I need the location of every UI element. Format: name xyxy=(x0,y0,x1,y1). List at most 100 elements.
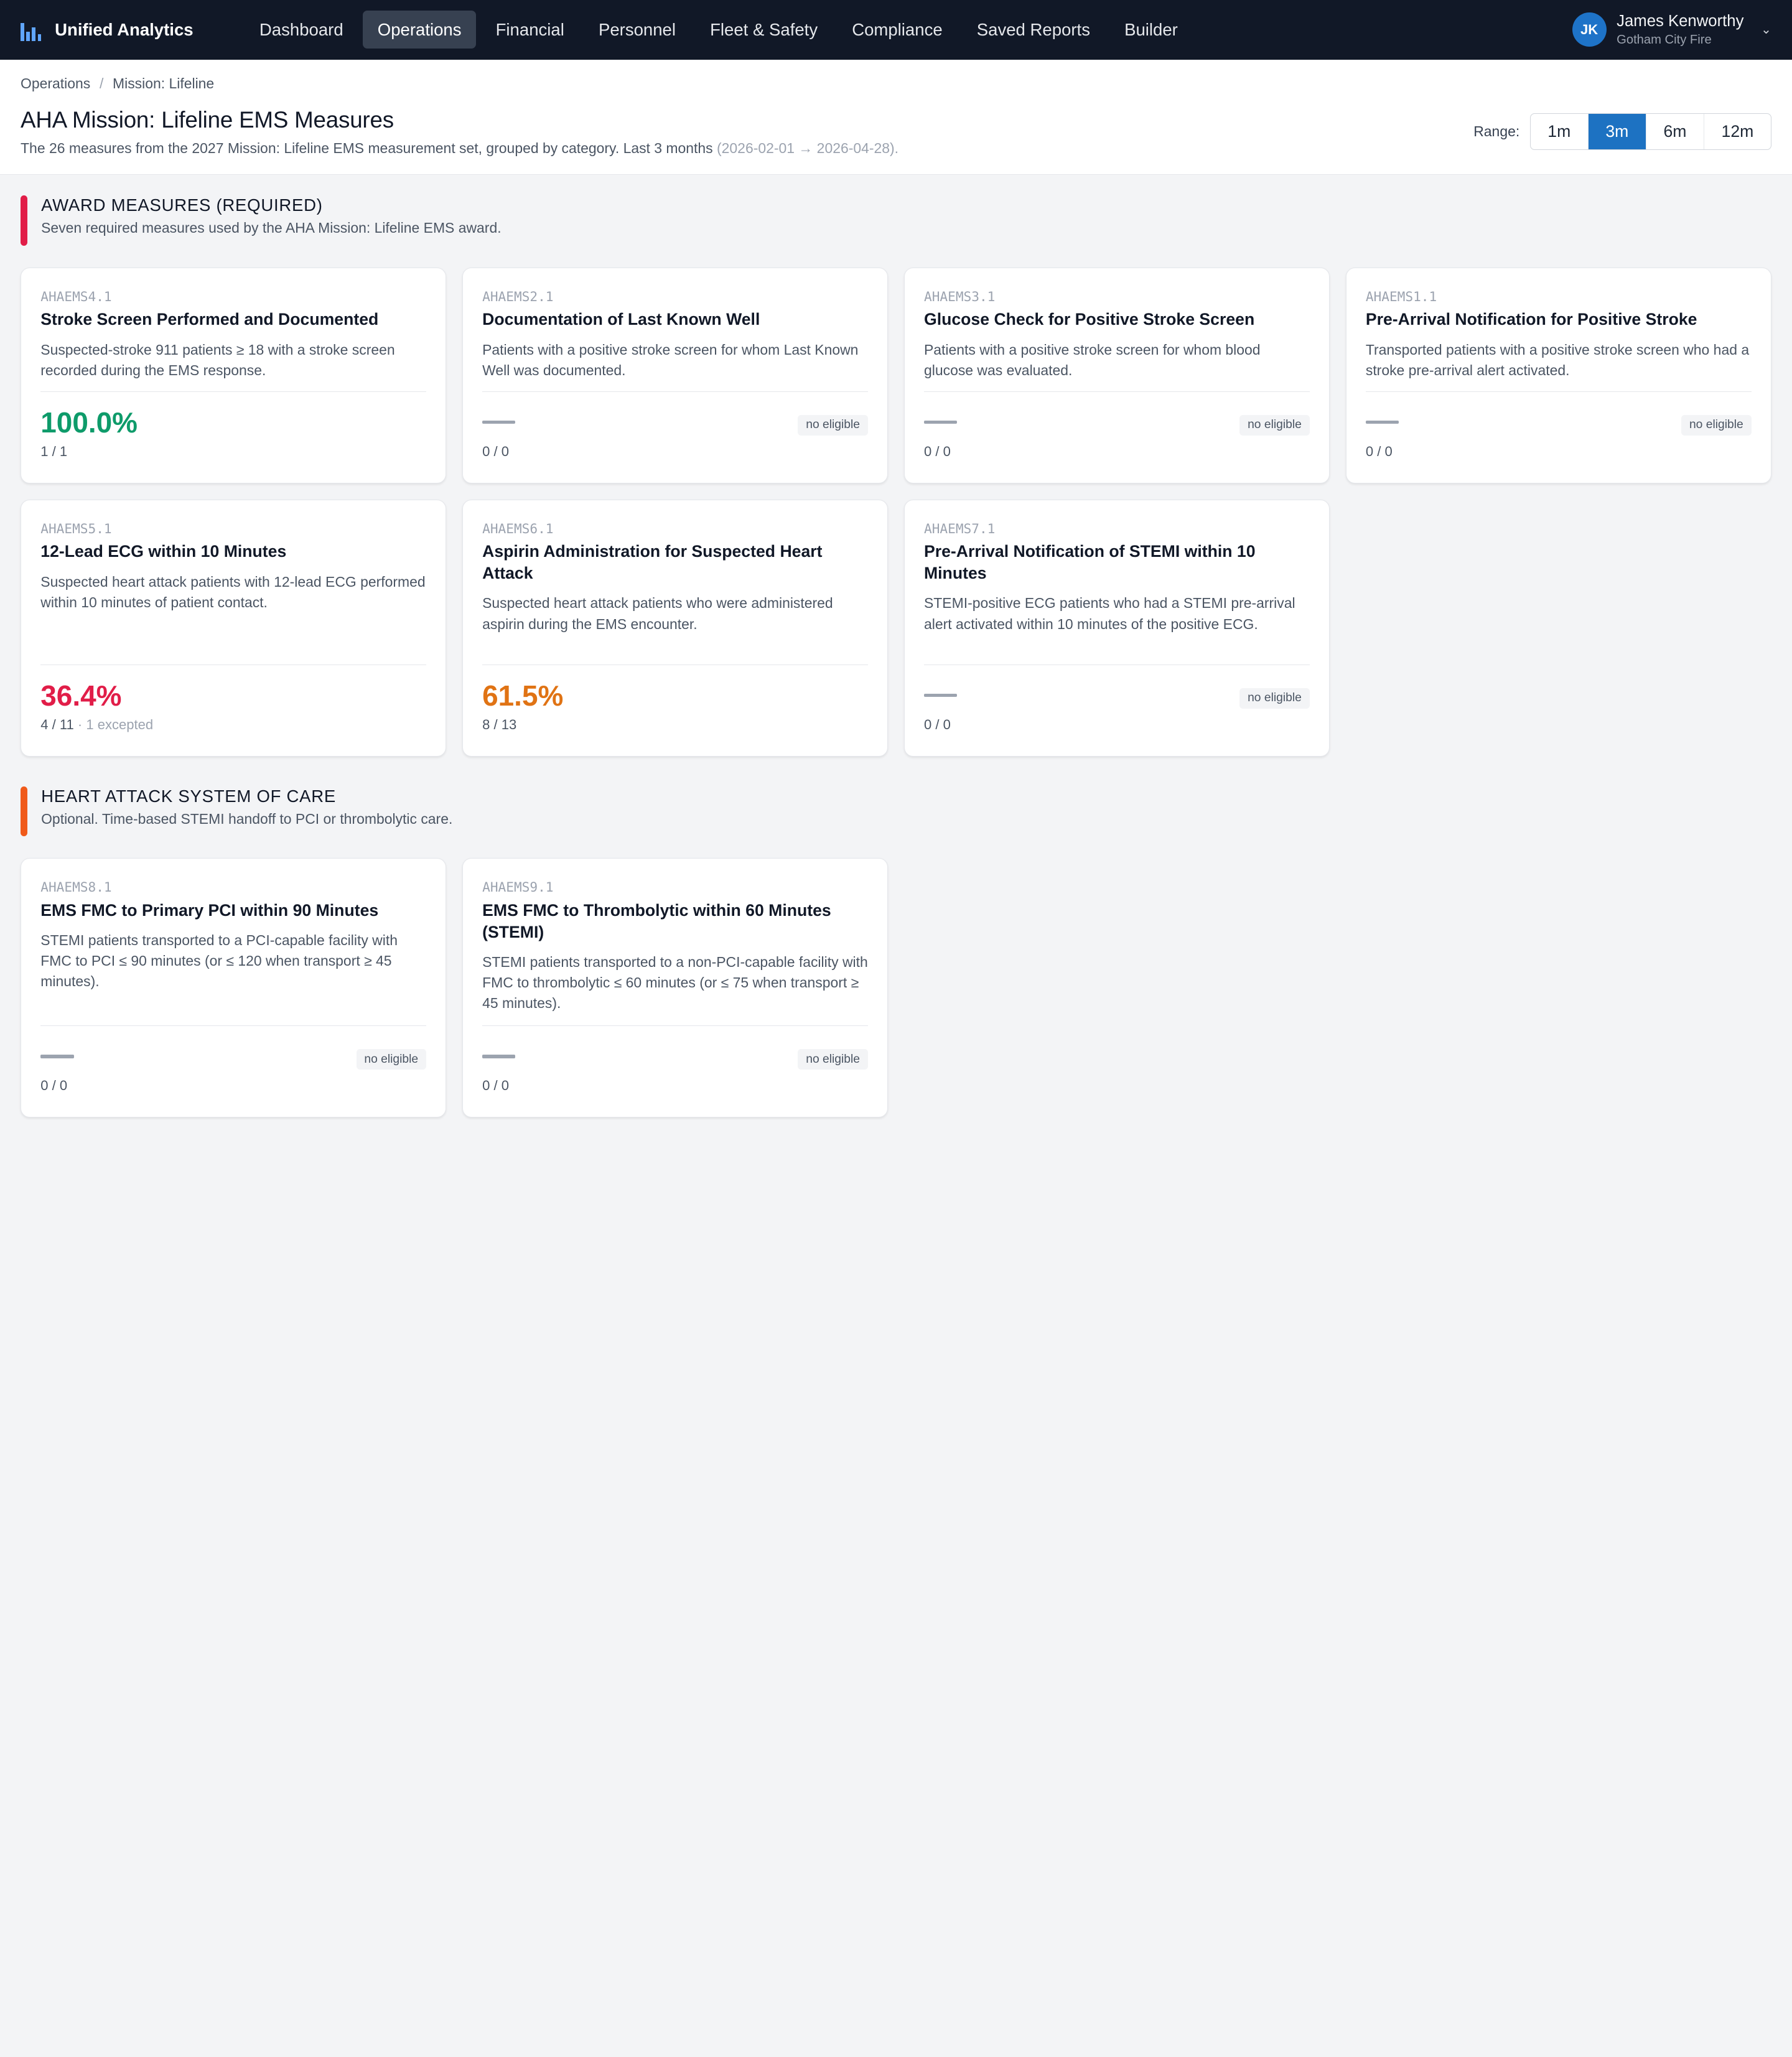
measure-title: Glucose Check for Positive Stroke Screen xyxy=(923,310,1255,329)
measure-counts: 0 / 0 xyxy=(482,444,509,460)
measure-title: Stroke Screen Performed and Documented xyxy=(40,310,379,329)
measure-counts: 1 / 1 xyxy=(40,444,67,460)
measure-card[interactable]: AHAEMS4.1 Stroke Screen Performed and Doc… xyxy=(21,267,447,483)
nav-item-operations[interactable]: Operations xyxy=(362,11,477,49)
measure-code: AHAEMS1.1 xyxy=(1365,288,1437,304)
bar-chart-icon xyxy=(21,18,44,42)
range-option-3m[interactable]: 3m xyxy=(1588,113,1646,149)
empty-value-dash xyxy=(1365,420,1399,424)
app-frame: Unified Analytics Dashboard Operations Fin… xyxy=(0,0,1792,1120)
measure-counts: 8 / 13 xyxy=(482,717,516,733)
measure-card[interactable]: AHAEMS7.1 Pre-Arrival Notification of STE… xyxy=(903,499,1330,757)
measure-title: Pre-Arrival Notification for Positive St… xyxy=(1365,310,1697,329)
brand-name: Unified Analytics xyxy=(55,19,194,39)
nav-item-personnel[interactable]: Personnel xyxy=(584,11,691,49)
breadcrumb-separator: / xyxy=(99,75,104,92)
excepted-text: 1 excepted xyxy=(86,717,154,733)
measure-grid: AHAEMS8.1 EMS FMC to Primary PCI within 9… xyxy=(21,858,1771,1118)
user-menu[interactable]: JK James Kenworthy Gotham City Fire ⌄ xyxy=(1572,12,1771,47)
section-subtitle: Optional. Time-based STEMI handoff to PC… xyxy=(41,810,453,827)
nav-item-compliance[interactable]: Compliance xyxy=(837,11,957,49)
empty-value-dash xyxy=(40,1055,74,1058)
measure-card[interactable]: AHAEMS2.1 Documentation of Last Known Wel… xyxy=(462,267,889,483)
measure-value: 100.0% xyxy=(40,406,138,439)
empty-value-dash xyxy=(923,693,958,697)
chevron-down-icon[interactable]: ⌄ xyxy=(1761,22,1771,37)
counts-text: 0 / 0 xyxy=(482,1078,509,1094)
measure-code: AHAEMS5.1 xyxy=(40,520,112,536)
measure-value: 36.4% xyxy=(40,679,122,712)
user-name: James Kenworthy xyxy=(1617,12,1744,30)
measure-counts: 0 / 0 xyxy=(1366,444,1393,460)
measure-counts: 0 / 0 xyxy=(40,1078,67,1094)
section-accent-bar xyxy=(21,786,28,837)
nav-item-dashboard[interactable]: Dashboard xyxy=(245,11,358,49)
breadcrumb-item-operations[interactable]: Operations xyxy=(21,75,90,92)
measure-description: Suspected heart attack patients with 12-… xyxy=(40,573,426,610)
no-eligible-badge: no eligible xyxy=(1239,414,1310,436)
range-option-6m[interactable]: 6m xyxy=(1646,113,1704,149)
section-accent-bar xyxy=(21,195,28,246)
nav-item-saved-reports[interactable]: Saved Reports xyxy=(962,11,1105,49)
measure-code: AHAEMS4.1 xyxy=(40,288,112,304)
no-eligible-badge: no eligible xyxy=(1681,414,1752,436)
empty-value-dash xyxy=(923,420,958,424)
counts-text: 1 / 1 xyxy=(40,444,68,460)
measure-footer: no eligible 0 / 0 xyxy=(482,1025,868,1117)
measure-card[interactable]: AHAEMS3.1 Glucose Check for Positive Stro… xyxy=(903,267,1330,483)
range-option-1m[interactable]: 1m xyxy=(1531,113,1589,149)
nav-item-builder[interactable]: Builder xyxy=(1109,11,1193,49)
section-subtitle: Seven required measures used by the AHA … xyxy=(41,220,502,236)
measure-title: 12-Lead ECG within 10 Minutes xyxy=(40,541,287,561)
measure-code: AHAEMS3.1 xyxy=(923,288,996,304)
measure-code: AHAEMS9.1 xyxy=(482,879,554,895)
measure-counts: 4 / 11 · 1 excepted xyxy=(40,717,153,733)
measure-card[interactable]: AHAEMS9.1 EMS FMC to Thrombolytic within … xyxy=(462,858,889,1118)
top-navigation: Unified Analytics Dashboard Operations Fin… xyxy=(0,0,1792,60)
measure-card[interactable]: AHAEMS6.1 Aspirin Administration for Susp… xyxy=(462,499,889,757)
no-eligible-badge: no eligible xyxy=(1239,688,1310,709)
measure-counts: 0 / 0 xyxy=(924,444,951,460)
brand[interactable]: Unified Analytics xyxy=(21,18,245,42)
main-nav: Dashboard Operations Financial Personnel Fle… xyxy=(245,11,1193,49)
page-header: Operations / Mission: Lifeline AHA Missi… xyxy=(0,59,1792,175)
no-eligible-badge: no eligible xyxy=(798,1049,868,1070)
counts-text: 4 / 11 xyxy=(40,717,74,733)
measure-code: AHAEMS8.1 xyxy=(40,879,112,895)
range-option-12m[interactable]: 12m xyxy=(1704,114,1771,149)
measure-code: AHAEMS7.1 xyxy=(923,520,996,536)
breadcrumb-item-current: Mission: Lifeline xyxy=(113,75,215,92)
section-header: HEART ATTACK SYSTEM OF CARE Optional. Tim… xyxy=(21,786,1771,837)
section-title: HEART ATTACK SYSTEM OF CARE xyxy=(41,786,337,806)
counts-text: 0 / 0 xyxy=(482,444,509,460)
measure-code: AHAEMS2.1 xyxy=(482,288,554,304)
measure-card[interactable]: AHAEMS1.1 Pre-Arrival Notification for Po… xyxy=(1345,267,1771,483)
measure-description: STEMI-positive ECG patients who had a ST… xyxy=(923,595,1295,632)
breadcrumb: Operations / Mission: Lifeline xyxy=(21,75,1771,92)
section-title: AWARD MEASURES (REQUIRED) xyxy=(41,195,323,215)
counts-text: 0 / 0 xyxy=(1365,444,1393,460)
counts-text: 8 / 13 xyxy=(482,717,517,733)
range-label: Range: xyxy=(1473,123,1520,139)
nav-item-fleet-safety[interactable]: Fleet & Safety xyxy=(695,11,833,49)
measure-code: AHAEMS6.1 xyxy=(482,520,554,536)
measure-footer: no eligible 0 / 0 xyxy=(923,664,1310,756)
no-eligible-badge: no eligible xyxy=(356,1049,426,1070)
measure-title: EMS FMC to Thrombolytic within 60 Minute… xyxy=(482,900,831,941)
measure-footer: 61.5% 8 / 13 xyxy=(482,664,868,756)
measure-footer: no eligible 0 / 0 xyxy=(923,391,1310,483)
range-selector: Range: 1m 3m 6m 12m xyxy=(1473,113,1771,150)
measure-grid: AHAEMS4.1 Stroke Screen Performed and Doc… xyxy=(21,267,1771,757)
nav-item-financial[interactable]: Financial xyxy=(481,11,579,49)
empty-value-dash xyxy=(482,1055,516,1058)
counts-text: 0 / 0 xyxy=(40,1078,68,1094)
measure-counts: 0 / 0 xyxy=(482,1078,509,1094)
date-range-text: (2026-02-01 → 2026-04-28). xyxy=(717,140,899,157)
measure-description: STEMI patients transported to a PCI-capa… xyxy=(40,932,398,990)
measure-description: Patients with a positive stroke screen f… xyxy=(482,341,859,378)
counts-text: 0 / 0 xyxy=(923,444,951,460)
measure-card[interactable]: AHAEMS5.1 12-Lead ECG within 10 Minutes Su… xyxy=(21,499,447,757)
measure-card[interactable]: AHAEMS8.1 EMS FMC to Primary PCI within 9… xyxy=(21,858,447,1118)
measure-footer: no eligible 0 / 0 xyxy=(482,391,868,483)
avatar: JK xyxy=(1572,12,1607,47)
